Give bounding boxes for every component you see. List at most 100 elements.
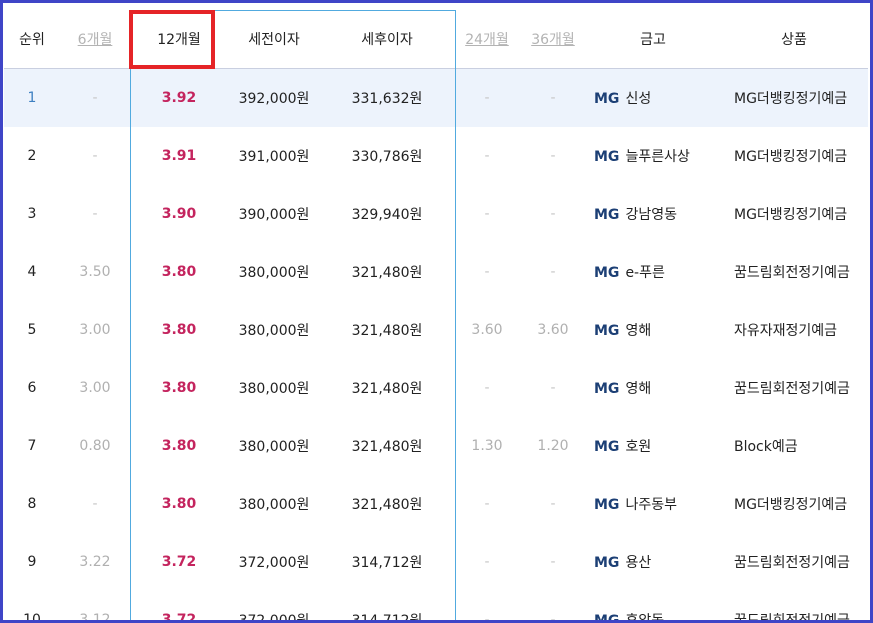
- bank-name[interactable]: 영해: [625, 323, 651, 339]
- bank-name[interactable]: 용산: [625, 555, 651, 571]
- cell-pretax-interest: 380,000원: [238, 265, 310, 281]
- cell-12month: 3.80: [161, 496, 197, 512]
- header-6month[interactable]: 6개월: [60, 10, 130, 69]
- cell-36month: 1.20: [537, 438, 569, 454]
- bank-name[interactable]: 늘푸른사상: [625, 149, 689, 165]
- header-24month[interactable]: 24개월: [454, 10, 520, 69]
- cell-rank: 3: [27, 206, 37, 222]
- cell-24month: -: [484, 612, 490, 623]
- mg-logo: MG: [594, 91, 620, 107]
- cell-bank: MG 후암동: [586, 591, 720, 620]
- cell-rank: 2: [27, 148, 37, 164]
- header-product: 상품: [720, 10, 868, 69]
- cell-12month: 3.92: [130, 68, 228, 127]
- cell-6month: -: [92, 206, 98, 222]
- table-body: 1-3.92 392,000원 331,632원 - - MG 신성 MG더뱅킹정기예금 2-3…: [4, 68, 868, 623]
- cell-product[interactable]: 꿈드림회전정기예금: [720, 243, 868, 301]
- cell-bank: MG 영해: [586, 301, 720, 359]
- cell-12month: 3.80: [161, 380, 197, 396]
- cell-product[interactable]: MG더뱅킹정기예금: [720, 475, 868, 533]
- header-12month: 12개월: [130, 10, 228, 69]
- bank-name[interactable]: e-푸른: [625, 265, 664, 281]
- cell-product[interactable]: Block예금: [720, 417, 868, 475]
- table-row[interactable]: 10 3.12 3.72 372,000원 314,712원 - - MG 후암동 꿈드림회전정기…: [4, 591, 868, 623]
- cell-bank: MG 강남영동: [586, 185, 720, 243]
- cell-24month: -: [484, 496, 490, 512]
- cell-6month: 3.00: [79, 322, 111, 338]
- cell-product[interactable]: 꿈드림회전정기예금: [720, 533, 868, 591]
- cell-24month: -: [484, 554, 490, 570]
- header-36month-link[interactable]: 36개월: [531, 32, 575, 48]
- cell-36month: -: [550, 554, 556, 570]
- table-row[interactable]: 6 3.00 3.80 380,000원 321,480원 - - MG 영해 꿈드림회전정기예금: [4, 359, 868, 417]
- mg-logo: MG: [594, 381, 620, 397]
- header-pretax-interest: 세전이자: [228, 10, 320, 69]
- cell-rank: 7: [27, 438, 37, 454]
- bank-name[interactable]: 강남영동: [625, 207, 677, 223]
- cell-bank: MG 호원: [586, 417, 720, 475]
- cell-12month: 3.80: [161, 322, 197, 338]
- cell-bank: MG e-푸른: [586, 243, 720, 301]
- cell-pretax-interest: 380,000원: [238, 381, 310, 397]
- mg-logo: MG: [594, 265, 620, 281]
- table-row[interactable]: 4 3.50 3.80 380,000원 321,480원 - - MG e-푸른 꿈드림회전정기…: [4, 243, 868, 301]
- cell-12month: 3.90: [161, 206, 197, 222]
- cell-6month: 3.12: [79, 612, 111, 623]
- cell-24month: -: [484, 206, 490, 222]
- cell-product[interactable]: MG더뱅킹정기예금: [720, 127, 868, 185]
- cell-6month: 3.22: [79, 554, 111, 570]
- cell-36month: -: [520, 68, 586, 127]
- cell-24month: 3.60: [471, 322, 503, 338]
- cell-bank: MG 용산: [586, 533, 720, 591]
- bank-name[interactable]: 호원: [625, 439, 651, 455]
- cell-rank: 9: [27, 554, 37, 570]
- cell-aftertax-interest: 321,480원: [351, 323, 423, 339]
- cell-pretax-interest: 380,000원: [238, 323, 310, 339]
- table-row[interactable]: 5 3.00 3.80 380,000원 321,480원 3.60 3.60 MG 영해 자유자…: [4, 301, 868, 359]
- cell-product[interactable]: 꿈드림회전정기예금: [720, 359, 868, 417]
- cell-rank: 10: [23, 612, 41, 623]
- mg-logo: MG: [594, 439, 620, 455]
- cell-bank: MG 영해: [586, 359, 720, 417]
- cell-rank: 5: [27, 322, 37, 338]
- cell-product[interactable]: MG더뱅킹정기예금: [720, 185, 868, 243]
- cell-aftertax-interest: 330,786원: [351, 149, 423, 165]
- cell-product[interactable]: 자유자재정기예금: [720, 301, 868, 359]
- cell-6month: 0.80: [79, 438, 111, 454]
- table-row[interactable]: 9 3.22 3.72 372,000원 314,712원 - - MG 용산 꿈드림회전정기예금: [4, 533, 868, 591]
- cell-aftertax-interest: 321,480원: [351, 439, 423, 455]
- mg-logo: MG: [594, 207, 620, 223]
- header-6month-link[interactable]: 6개월: [78, 32, 113, 48]
- table-row[interactable]: 2 - 3.91 391,000원 330,786원 - - MG 늘푸른사상 MG더뱅킹정기예금: [4, 127, 868, 185]
- cell-product[interactable]: MG더뱅킹정기예금: [720, 68, 868, 127]
- cell-36month: -: [550, 496, 556, 512]
- cell-aftertax-interest: 314,712원: [351, 555, 423, 571]
- cell-bank: MG 신성: [586, 68, 720, 127]
- cell-12month: 3.91: [161, 148, 197, 164]
- cell-24month: -: [484, 148, 490, 164]
- cell-6month: 3.50: [79, 264, 111, 280]
- cell-aftertax-interest: 321,480원: [351, 381, 423, 397]
- mg-logo: MG: [594, 555, 620, 571]
- cell-12month: 3.72: [161, 554, 197, 570]
- cell-pretax-interest: 392,000원: [228, 68, 320, 127]
- bank-name[interactable]: 후암동: [625, 613, 664, 620]
- mg-logo: MG: [594, 149, 620, 165]
- header-rank: 순위: [4, 10, 60, 69]
- header-36month[interactable]: 36개월: [520, 10, 586, 69]
- bank-name[interactable]: 영해: [625, 381, 651, 397]
- table-row[interactable]: 3 - 3.90 390,000원 329,940원 - - MG 강남영동 MG더뱅킹정기예금: [4, 185, 868, 243]
- cell-aftertax-interest: 331,632원: [320, 68, 454, 127]
- cell-12month: 3.80: [161, 438, 197, 454]
- mg-logo: MG: [594, 323, 620, 339]
- table-row[interactable]: 1-3.92 392,000원 331,632원 - - MG 신성 MG더뱅킹정기예금: [4, 68, 868, 127]
- cell-bank: MG 나주동부: [586, 475, 720, 533]
- cell-rank: 6: [27, 380, 37, 396]
- bank-name[interactable]: 나주동부: [625, 497, 677, 513]
- table-row[interactable]: 8 - 3.80 380,000원 321,480원 - - MG 나주동부 MG더뱅킹정기예금: [4, 475, 868, 533]
- cell-product[interactable]: 꿈드림회전정기예금: [720, 591, 868, 620]
- table-row[interactable]: 7 0.80 3.80 380,000원 321,480원 1.30 1.20 MG 호원 Blo…: [4, 417, 868, 475]
- bank-name[interactable]: 신성: [625, 91, 651, 107]
- cell-24month: -: [484, 264, 490, 280]
- header-24month-link[interactable]: 24개월: [465, 32, 509, 48]
